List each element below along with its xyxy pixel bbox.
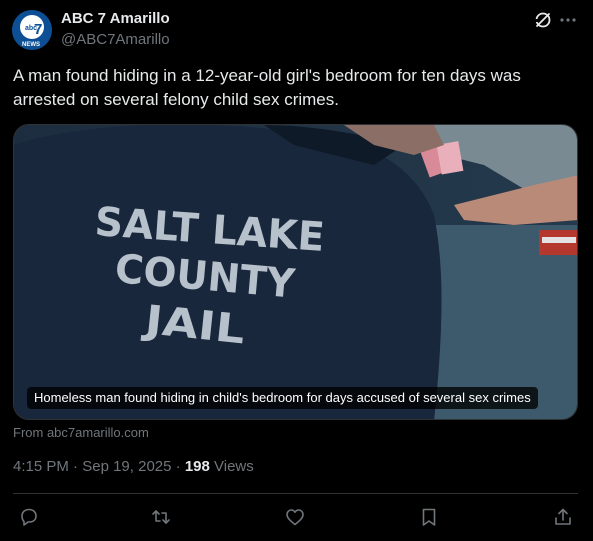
repost-icon	[152, 510, 170, 524]
card-caption: Homeless man found hiding in child's bed…	[27, 387, 538, 409]
meta-separator: ·	[175, 458, 181, 475]
post-date[interactable]: Sep 19, 2025	[82, 458, 171, 475]
avatar[interactable]: abc 7 NEWS	[12, 10, 52, 50]
reply-button[interactable]	[18, 506, 40, 528]
post: abc 7 NEWS ABC 7 Amarillo @ABC7Amarillo …	[0, 0, 593, 541]
share-icon	[555, 508, 571, 525]
link-source[interactable]: From abc7amarillo.com	[13, 425, 149, 440]
grok-icon[interactable]	[533, 10, 553, 30]
share-button[interactable]	[552, 506, 574, 528]
views-count: 198	[184, 458, 210, 475]
post-text: A man found hiding in a 12-year-old girl…	[13, 66, 521, 109]
link-card[interactable]: SALT LAKE COUNTY JAIL Homeless man found…	[13, 124, 578, 420]
more-icon[interactable]	[558, 10, 578, 30]
post-meta: 4:15 PM · Sep 19, 2025 · 198 Views	[13, 458, 254, 475]
meta-separator: ·	[73, 458, 79, 475]
views-label: Views	[214, 458, 254, 475]
abc7-logo-icon: abc 7 NEWS	[12, 10, 52, 50]
divider	[13, 493, 578, 494]
post-time[interactable]: 4:15 PM	[13, 458, 69, 475]
reply-icon	[21, 508, 37, 526]
like-button[interactable]	[284, 506, 306, 528]
repost-button[interactable]	[150, 506, 172, 528]
svg-text:NEWS: NEWS	[22, 42, 40, 48]
author-display-name[interactable]: ABC 7 Amarillo	[61, 10, 170, 27]
svg-text:7: 7	[34, 21, 42, 38]
bookmark-icon	[422, 508, 436, 526]
bookmark-button[interactable]	[418, 506, 440, 528]
like-icon	[286, 509, 304, 526]
author-handle[interactable]: @ABC7Amarillo	[61, 31, 170, 48]
card-image: SALT LAKE COUNTY JAIL	[14, 125, 577, 419]
